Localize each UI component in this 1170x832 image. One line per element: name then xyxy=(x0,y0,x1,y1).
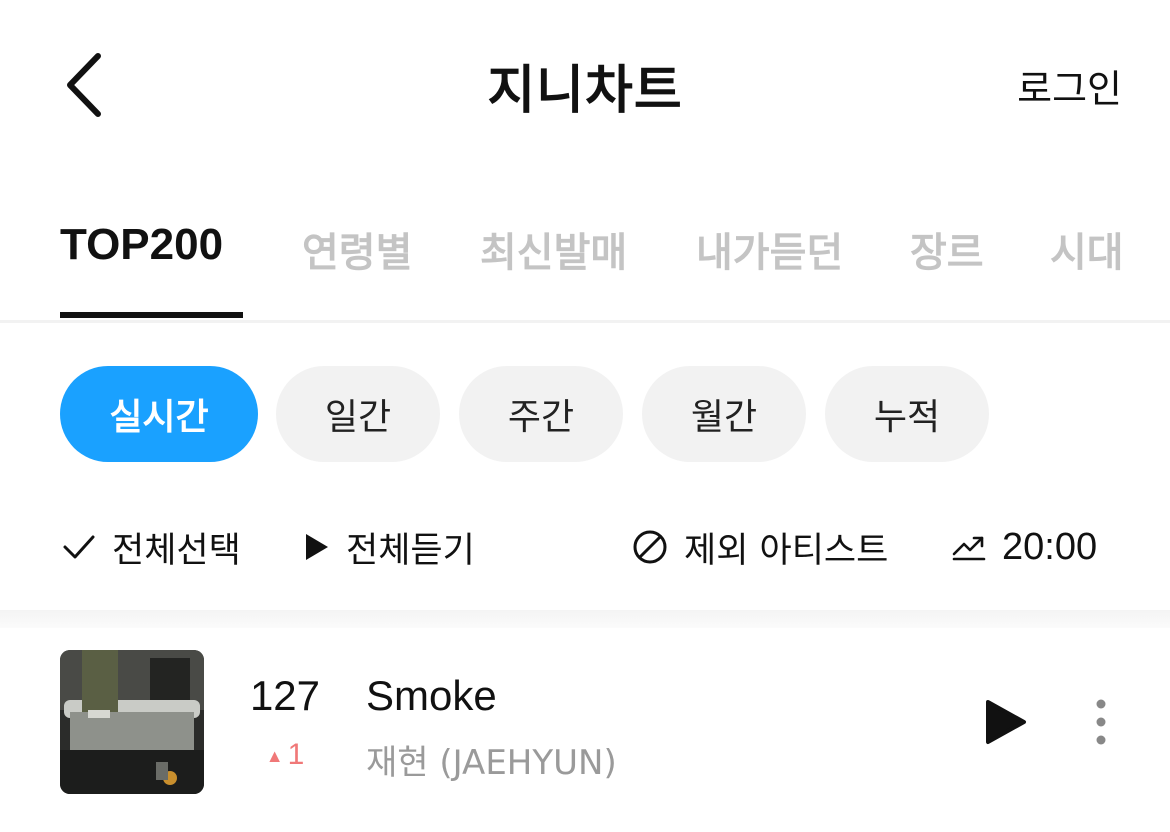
tab-latest[interactable]: 최신발매 xyxy=(480,220,627,278)
chip-daily[interactable]: 일간 xyxy=(276,366,440,462)
page-title: 지니차트 xyxy=(487,61,683,121)
rank-up-icon: ▲ xyxy=(265,745,284,766)
more-vertical-icon xyxy=(1096,699,1106,745)
check-icon xyxy=(63,535,95,559)
tab-era[interactable]: 시대 xyxy=(1050,220,1124,278)
chip-weekly[interactable]: 주간 xyxy=(459,366,623,462)
more-options-button[interactable] xyxy=(1090,696,1112,748)
tab-genre[interactable]: 장르 xyxy=(910,220,984,278)
trending-up-icon xyxy=(952,536,986,561)
tab-top200[interactable]: TOP200 xyxy=(60,220,223,270)
play-icon xyxy=(306,534,328,560)
exclude-artist-label: 제외 아티스트 xyxy=(684,530,889,571)
select-all-label: 전체선택 xyxy=(112,530,241,571)
login-button[interactable]: 로그인 xyxy=(1017,58,1122,113)
active-tab-indicator xyxy=(60,312,243,318)
rank-number: 127 xyxy=(249,672,321,719)
play-all-label: 전체듣기 xyxy=(346,530,475,571)
chip-monthly[interactable]: 월간 xyxy=(642,366,806,462)
rank-change-value: 1 xyxy=(287,738,305,771)
section-divider xyxy=(0,610,1170,628)
play-song-button[interactable] xyxy=(982,698,1028,746)
song-title[interactable]: Smoke xyxy=(366,672,497,720)
tab-age[interactable]: 연령별 xyxy=(302,220,412,278)
chip-cumulative[interactable]: 누적 xyxy=(825,366,989,462)
exclude-artist-button[interactable]: 제외 아티스트 xyxy=(632,522,888,572)
tab-my-history[interactable]: 내가듣던 xyxy=(696,220,843,278)
chip-realtime[interactable]: 실시간 xyxy=(60,366,258,462)
rank-change: ▲ 1 xyxy=(246,738,324,772)
play-all-button[interactable]: 전체듣기 xyxy=(304,522,475,572)
prohibit-icon xyxy=(633,530,667,564)
chart-tabs: TOP200 연령별 최신발매 내가듣던 장르 시대 xyxy=(0,210,1170,323)
update-time: 20:00 xyxy=(1002,525,1098,568)
song-artist[interactable]: 재현 (JAEHYUN) xyxy=(366,735,617,784)
play-icon xyxy=(986,700,1026,744)
select-all-button[interactable]: 전체선택 xyxy=(62,522,241,572)
album-art[interactable] xyxy=(60,650,204,794)
album-cover-image xyxy=(60,650,204,794)
update-time-indicator: 20:00 xyxy=(952,522,1097,572)
